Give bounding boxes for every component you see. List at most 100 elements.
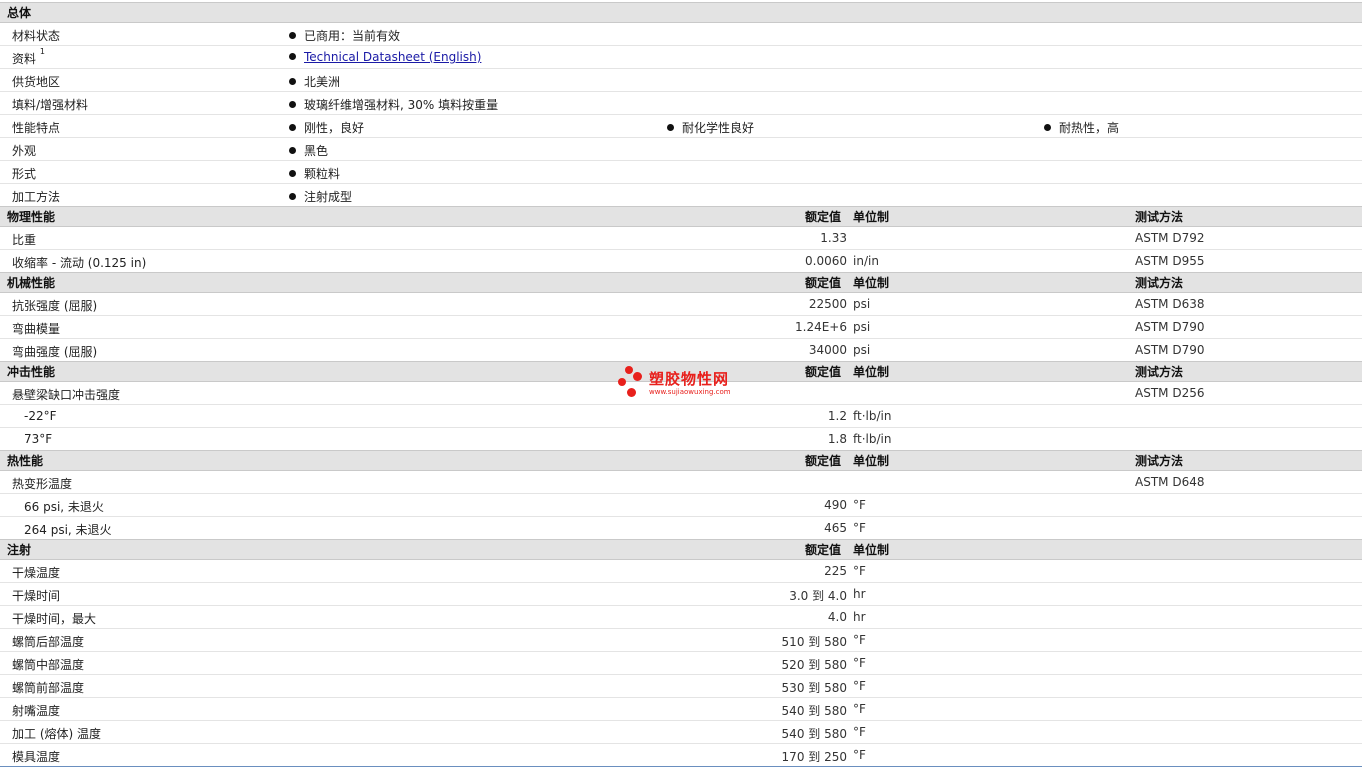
column-unit: 单位制 <box>853 365 890 379</box>
unit-value: psi <box>853 297 871 311</box>
row-label: 资料 1 <box>12 47 45 66</box>
general-row-form: 形式 颗粒料 <box>0 161 1362 184</box>
nominal-value: 540 到 580 <box>781 727 847 741</box>
unit-value: °F <box>853 521 866 535</box>
bullet-icon <box>289 32 296 39</box>
unit-value: hr <box>853 610 866 624</box>
table-row: 干燥时间 3.0 到 4.0 hr <box>0 583 1362 606</box>
nominal-value: 1.33 <box>820 231 847 245</box>
table-row: 螺筒中部温度 520 到 580 °F <box>0 652 1362 675</box>
table-row: 干燥温度 225 °F <box>0 560 1362 583</box>
table-row: 66 psi, 未退火 490 °F <box>0 494 1362 517</box>
column-test: 测试方法 <box>1135 365 1184 379</box>
watermark-logo: 塑胶物性网 www.sujiaowuxing.com <box>618 366 748 402</box>
column-unit: 单位制 <box>853 454 890 468</box>
bullet-icon <box>289 78 296 85</box>
general-row-region: 供货地区 北美洲 <box>0 69 1362 92</box>
table-row: 加工 (熔体) 温度 540 到 580 °F <box>0 721 1362 744</box>
property-label: 热变形温度 <box>12 477 73 491</box>
bullet-icon <box>289 170 296 177</box>
table-row: 模具温度 170 到 250 °F <box>0 744 1362 766</box>
nominal-value: 540 到 580 <box>781 704 847 718</box>
column-unit: 单位制 <box>853 543 890 557</box>
table-row: 收缩率 - 流动 (0.125 in) 0.0060 in/in ASTM D9… <box>0 250 1362 273</box>
logo-dot-icon <box>627 388 636 397</box>
nominal-value: 520 到 580 <box>781 658 847 672</box>
column-nominal: 额定值 <box>805 454 842 468</box>
unit-value: °F <box>853 725 866 739</box>
bullet-item: 耐热性，高 <box>1044 119 1119 136</box>
general-row-docs: 资料 1 Technical Datasheet (English) <box>0 46 1362 69</box>
bullet-icon <box>289 124 296 131</box>
test-method: ASTM D256 <box>1135 386 1205 400</box>
general-row-filler: 填料/增强材料 玻璃纤维增强材料, 30% 填料按重量 <box>0 92 1362 115</box>
unit-value: in/in <box>853 254 879 268</box>
bullet-icon <box>289 193 296 200</box>
property-label: -22°F <box>24 409 57 423</box>
property-label: 抗张强度 (屈服) <box>12 299 98 313</box>
column-nominal: 额定值 <box>805 543 842 557</box>
table-row: 射嘴温度 540 到 580 °F <box>0 698 1362 721</box>
bullet-icon <box>1044 124 1051 131</box>
nominal-value: 530 到 580 <box>781 681 847 695</box>
section-header-physical: 物理性能 额定值 单位制 测试方法 <box>0 206 1362 227</box>
bullet-icon <box>289 101 296 108</box>
section-header-mechanical: 机械性能 额定值 单位制 测试方法 <box>0 272 1362 293</box>
section-header-general: 总体 <box>0 2 1362 23</box>
table-row: 螺筒后部温度 510 到 580 °F <box>0 629 1362 652</box>
table-row: 73°F 1.8 ft·lb/in <box>0 428 1362 451</box>
property-label: 干燥时间，最大 <box>12 612 97 626</box>
nominal-value: 1.24E+6 <box>795 320 847 334</box>
footnote-marker: 1 <box>39 47 45 56</box>
property-label: 73°F <box>24 432 53 446</box>
row-label: 加工方法 <box>12 190 61 204</box>
property-label: 螺筒中部温度 <box>12 658 85 672</box>
bullet-icon <box>289 147 296 154</box>
bullet-item: Technical Datasheet (English) <box>289 50 481 64</box>
column-nominal: 额定值 <box>805 210 842 224</box>
section-title: 热性能 <box>7 454 44 468</box>
general-row-status: 材料状态 已商用：当前有效 <box>0 23 1362 46</box>
unit-value: ft·lb/in <box>853 409 892 423</box>
nominal-value: 4.0 <box>827 610 847 624</box>
general-row-appearance: 外观 黑色 <box>0 138 1362 161</box>
datasheet-link[interactable]: Technical Datasheet (English) <box>304 50 481 64</box>
property-label: 螺筒后部温度 <box>12 635 85 649</box>
bullet-item: 黑色 <box>289 142 328 159</box>
table-row: 螺筒前部温度 530 到 580 °F <box>0 675 1362 698</box>
property-label: 悬壁梁缺口冲击强度 <box>12 388 121 402</box>
section-header-thermal: 热性能 额定值 单位制 测试方法 <box>0 450 1362 471</box>
section-title: 冲击性能 <box>7 365 56 379</box>
test-method: ASTM D955 <box>1135 254 1205 268</box>
property-label: 干燥温度 <box>12 566 61 580</box>
row-label: 填料/增强材料 <box>12 98 89 112</box>
bullet-item: 注射成型 <box>289 188 352 205</box>
property-label: 66 psi, 未退火 <box>24 500 104 514</box>
test-method: ASTM D648 <box>1135 475 1205 489</box>
table-row: 比重 1.33 ASTM D792 <box>0 227 1362 250</box>
nominal-value: 490 <box>824 498 847 512</box>
unit-value: °F <box>853 498 866 512</box>
bullet-item: 北美洲 <box>289 73 340 90</box>
property-label: 模具温度 <box>12 750 61 764</box>
unit-value: psi <box>853 343 871 357</box>
bullet-item: 刚性，良好 <box>289 119 364 136</box>
section-title: 物理性能 <box>7 210 56 224</box>
nominal-value: 465 <box>824 521 847 535</box>
row-label: 供货地区 <box>12 75 61 89</box>
table-row: 干燥时间，最大 4.0 hr <box>0 606 1362 629</box>
property-label: 弯曲强度 (屈服) <box>12 345 98 359</box>
table-row: 弯曲强度 (屈服) 34000 psi ASTM D790 <box>0 339 1362 362</box>
property-label: 螺筒前部温度 <box>12 681 85 695</box>
property-label: 加工 (熔体) 温度 <box>12 727 101 741</box>
nominal-value: 1.2 <box>827 409 847 423</box>
column-unit: 单位制 <box>853 210 890 224</box>
column-unit: 单位制 <box>853 276 890 290</box>
property-label: 收缩率 - 流动 (0.125 in) <box>12 256 147 270</box>
unit-value: psi <box>853 320 871 334</box>
bullet-icon <box>289 53 296 60</box>
row-label: 材料状态 <box>12 29 61 43</box>
property-label: 弯曲模量 <box>12 322 61 336</box>
row-label: 性能特点 <box>12 121 61 135</box>
table-row: 抗张强度 (屈服) 22500 psi ASTM D638 <box>0 293 1362 316</box>
